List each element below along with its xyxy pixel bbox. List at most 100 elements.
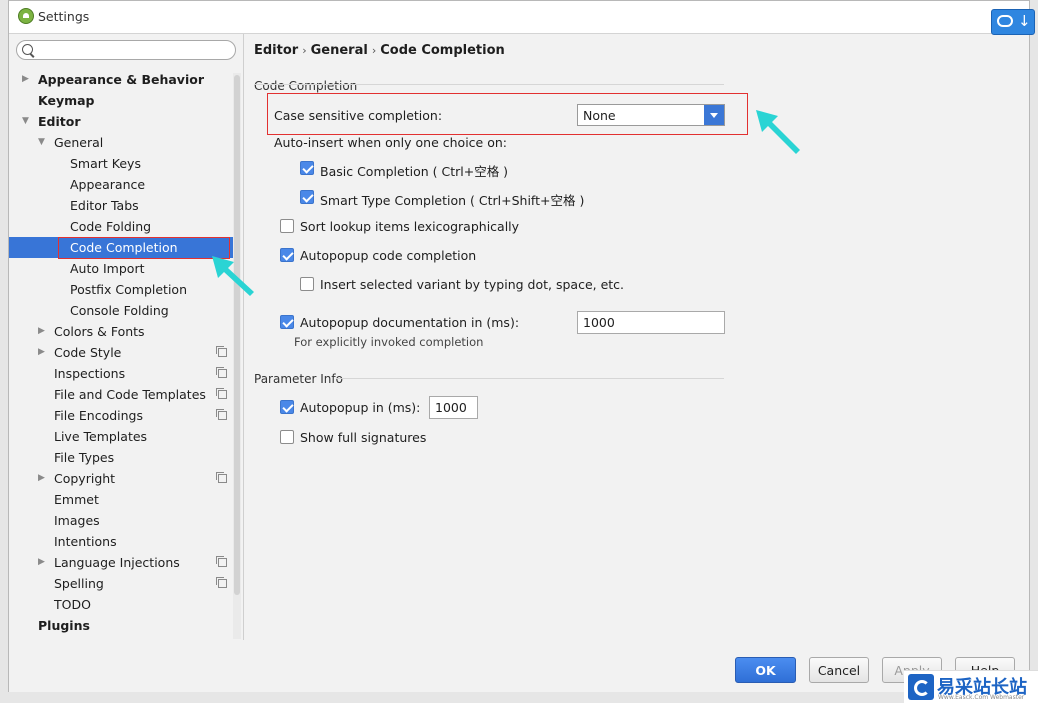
- settings-content: Editor › General › Code Completion Code Comp…: [244, 34, 1029, 640]
- sidebar-item-label: Images: [54, 513, 100, 528]
- sidebar-item-console-folding[interactable]: Console Folding: [9, 300, 235, 321]
- project-scope-icon: [216, 577, 227, 588]
- dialog-button-bar: OK Cancel Apply Help: [9, 640, 1029, 692]
- sidebar-item-todo[interactable]: TODO: [9, 594, 235, 615]
- case-sensitive-value: None: [583, 108, 616, 123]
- sidebar-item-label: Spelling: [54, 576, 104, 591]
- cancel-button[interactable]: Cancel: [809, 657, 869, 683]
- sidebar-item-spelling[interactable]: Spelling: [9, 573, 235, 594]
- sort-lexicographically-label: Sort lookup items lexicographically: [300, 219, 520, 234]
- ok-button[interactable]: OK: [735, 657, 796, 683]
- download-arrow-icon: ↓: [1018, 12, 1031, 30]
- android-studio-icon: [18, 8, 34, 24]
- sidebar-item-appearance[interactable]: Appearance: [9, 174, 235, 195]
- sidebar-item-label: Appearance & Behavior: [38, 72, 204, 87]
- smart-type-completion-label: Smart Type Completion ( Ctrl+Shift+空格 ): [320, 193, 585, 208]
- sidebar-item-label: Intentions: [54, 534, 117, 549]
- chevron-right-icon[interactable]: ▶: [38, 321, 45, 342]
- autopopup-documentation-checkbox[interactable]: [280, 315, 294, 329]
- chevron-down-icon[interactable]: [704, 105, 724, 125]
- sidebar-item-plugins[interactable]: Plugins: [9, 615, 235, 636]
- sidebar-item-intentions[interactable]: Intentions: [9, 531, 235, 552]
- sidebar-item-colors-fonts[interactable]: ▶ Colors & Fonts: [9, 321, 235, 342]
- sidebar-item-file-and-code-templates[interactable]: File and Code Templates: [9, 384, 235, 405]
- sidebar-item-file-types[interactable]: File Types: [9, 447, 235, 468]
- autopopup-completion-checkbox[interactable]: [280, 248, 294, 262]
- search-box[interactable]: [16, 40, 236, 60]
- sidebar-item-file-encodings[interactable]: File Encodings: [9, 405, 235, 426]
- chevron-right-icon[interactable]: ▶: [22, 69, 29, 90]
- sidebar-item-label: Plugins: [38, 618, 90, 633]
- sidebar-item-label: Editor Tabs: [70, 198, 139, 213]
- chevron-right-icon[interactable]: ▶: [38, 552, 45, 573]
- sidebar-item-label: Code Completion: [70, 240, 178, 255]
- chevron-right-icon[interactable]: ▶: [38, 342, 45, 363]
- insert-variant-label: Insert selected variant by typing dot, s…: [320, 277, 625, 292]
- sidebar-item-language-injections[interactable]: ▶ Language Injections: [9, 552, 235, 573]
- title-bar: Settings: [9, 1, 1029, 34]
- sidebar-item-copyright[interactable]: ▶ Copyright: [9, 468, 235, 489]
- sort-lexicographically-checkbox[interactable]: [280, 219, 294, 233]
- project-scope-icon: [216, 472, 227, 483]
- sidebar-item-smart-keys[interactable]: Smart Keys: [9, 153, 235, 174]
- sidebar-item-label: File Types: [54, 450, 115, 465]
- sidebar-item-label: TODO: [54, 597, 91, 612]
- sidebar-item-inspections[interactable]: Inspections: [9, 363, 235, 384]
- sidebar-item-appearance-behavior[interactable]: ▶ Appearance & Behavior: [9, 69, 235, 90]
- watermark-subtext: Www.Easck.Com Webmaster: [938, 694, 1025, 701]
- section-divider: [336, 378, 724, 379]
- sidebar-item-auto-import[interactable]: Auto Import: [9, 258, 235, 279]
- sidebar-item-label: Auto Import: [70, 261, 145, 276]
- sidebar-item-editor[interactable]: ▼ Editor: [9, 111, 235, 132]
- show-full-signatures-checkbox[interactable]: [280, 430, 294, 444]
- sidebar-item-label: Keymap: [38, 93, 95, 108]
- parameter-autopopup-label: Autopopup in (ms):: [300, 400, 421, 415]
- sidebar-item-editor-tabs[interactable]: Editor Tabs: [9, 195, 235, 216]
- sidebar-item-images[interactable]: Images: [9, 510, 235, 531]
- watermark-logo-icon: [908, 674, 934, 700]
- sidebar-item-label: Colors & Fonts: [54, 324, 145, 339]
- window-title: Settings: [38, 9, 90, 24]
- breadcrumb-code-completion: Code Completion: [380, 43, 505, 58]
- chevron-right-icon[interactable]: ▶: [38, 468, 45, 489]
- settings-sidebar: ▶ Appearance & Behavior Keymap ▼ Editor ▼ Gene…: [9, 34, 244, 640]
- sidebar-item-keymap[interactable]: Keymap: [9, 90, 235, 111]
- smart-type-completion-checkbox[interactable]: [300, 190, 314, 204]
- project-scope-icon: [216, 556, 227, 567]
- sidebar-item-label: File Encodings: [54, 408, 144, 423]
- sidebar-scrollbar-thumb[interactable]: [234, 75, 240, 595]
- sidebar-item-general[interactable]: ▼ General: [9, 132, 235, 153]
- breadcrumb-separator: ›: [371, 44, 377, 57]
- sidebar-item-code-style[interactable]: ▶ Code Style: [9, 342, 235, 363]
- sidebar-item-label: Smart Keys: [70, 156, 141, 171]
- case-sensitive-dropdown[interactable]: None: [577, 104, 725, 126]
- sidebar-item-label: Live Templates: [54, 429, 148, 444]
- sidebar-item-label: Editor: [38, 114, 81, 129]
- sidebar-scrollbar[interactable]: [233, 73, 241, 639]
- project-scope-icon: [216, 409, 227, 420]
- sidebar-item-label: Postfix Completion: [70, 282, 187, 297]
- parameter-autopopup-input[interactable]: 1000: [429, 396, 478, 419]
- sidebar-item-code-completion[interactable]: Code Completion: [9, 237, 235, 258]
- parameter-info-section-title: Parameter Info: [254, 372, 343, 386]
- sidebar-item-label: General: [54, 135, 104, 150]
- breadcrumb: Editor › General › Code Completion: [254, 43, 505, 58]
- code-completion-section-title: Code Completion: [254, 79, 358, 93]
- sidebar-item-postfix-completion[interactable]: Postfix Completion: [9, 279, 235, 300]
- chevron-down-icon[interactable]: ▼: [38, 132, 45, 153]
- sidebar-item-code-folding[interactable]: Code Folding: [9, 216, 235, 237]
- breadcrumb-general: General: [310, 43, 368, 58]
- basic-completion-checkbox[interactable]: [300, 161, 314, 175]
- parameter-autopopup-checkbox[interactable]: [280, 400, 294, 414]
- insert-variant-checkbox[interactable]: [300, 277, 314, 291]
- cloud-icon: [997, 15, 1013, 27]
- cloud-sync-widget[interactable]: ↓: [991, 9, 1035, 35]
- autopopup-documentation-input[interactable]: 1000: [577, 311, 725, 334]
- settings-tree: ▶ Appearance & Behavior Keymap ▼ Editor ▼ Gene…: [9, 69, 235, 636]
- chevron-down-icon[interactable]: ▼: [22, 111, 29, 132]
- search-input[interactable]: [35, 42, 231, 58]
- sidebar-item-live-templates[interactable]: Live Templates: [9, 426, 235, 447]
- basic-completion-label: Basic Completion ( Ctrl+空格 ): [320, 164, 509, 179]
- sidebar-item-label: File and Code Templates: [54, 387, 206, 402]
- sidebar-item-emmet[interactable]: Emmet: [9, 489, 235, 510]
